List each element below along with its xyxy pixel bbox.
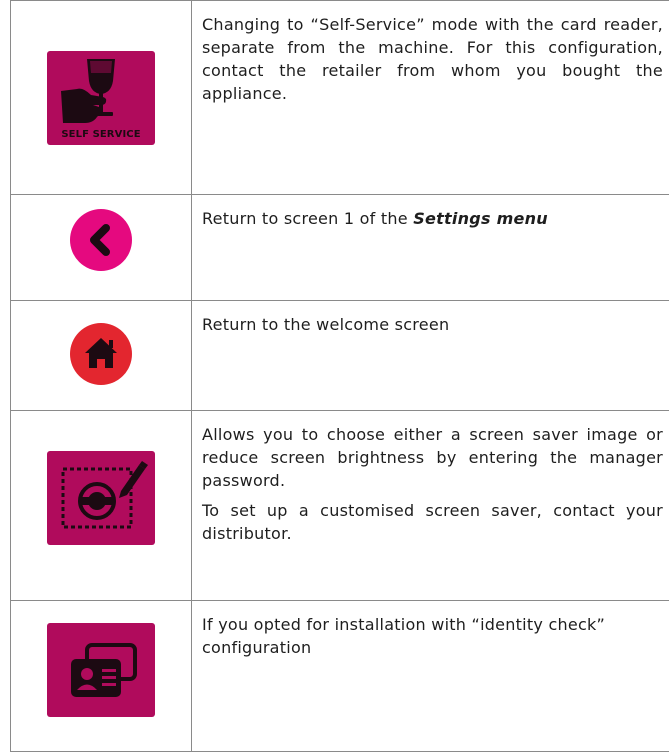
settings-menu-emphasis: Settings menu [413,209,548,228]
icon-cell [11,195,192,301]
description-text: Changing to “Self-Service” mode with the… [202,13,663,105]
screen-saver-icon[interactable] [47,451,155,545]
self-service-icon[interactable]: SELF SERVICE [47,51,155,145]
description-text: Allows you to choose either a screen sav… [202,423,663,492]
description-cell: If you opted for installation with “iden… [192,601,669,752]
settings-icon-table: SELF SERVICE Changing to “Self-Service” … [10,0,669,752]
table-row: Allows you to choose either a screen sav… [11,411,669,601]
table-row: Return to screen 1 of the Settings menu [11,195,669,301]
description-cell: Allows you to choose either a screen sav… [192,411,669,601]
icon-cell [11,601,192,752]
description-text: Return to the welcome screen [202,313,663,336]
description-text: Return to screen 1 of the [202,209,413,228]
description-cell: Changing to “Self-Service” mode with the… [192,1,669,195]
table-row: SELF SERVICE Changing to “Self-Service” … [11,1,669,195]
description-cell: Return to the welcome screen [192,301,669,411]
icon-cell [11,301,192,411]
back-arrow-icon[interactable] [70,209,132,271]
description-text: To set up a customised screen saver, con… [202,499,663,545]
icon-cell: SELF SERVICE [11,1,192,195]
description-cell: Return to screen 1 of the Settings menu [192,195,669,301]
table-row: Return to the welcome screen [11,301,669,411]
identity-card-icon[interactable] [47,623,155,717]
icon-cell [11,411,192,601]
self-service-label: SELF SERVICE [47,129,155,140]
description-text: If you opted for installation with “iden… [202,613,663,659]
home-icon[interactable] [70,323,132,385]
table-row: If you opted for installation with “iden… [11,601,669,752]
